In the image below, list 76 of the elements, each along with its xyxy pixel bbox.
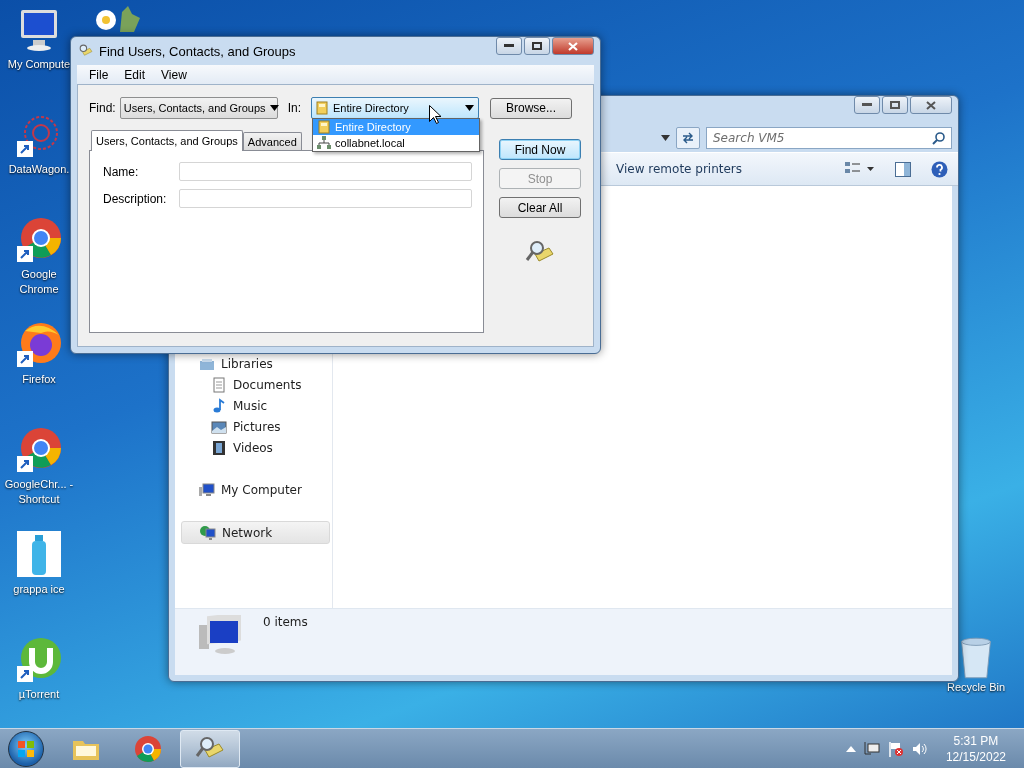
navigation-item[interactable]: Documents [181, 374, 330, 395]
music-note-icon [211, 397, 227, 414]
input-field[interactable] [179, 189, 472, 208]
dropdown-option[interactable]: collabnet.local [313, 135, 480, 151]
tab[interactable]: Users, Contacts, and Groups [91, 130, 243, 151]
close-icon [926, 100, 936, 110]
close-icon [568, 41, 578, 51]
navigation-item[interactable]: Videos [181, 437, 330, 458]
navigation-item[interactable]: Libraries [181, 353, 330, 374]
close-button[interactable] [552, 37, 594, 55]
dialog-button[interactable]: Find Now [499, 139, 581, 160]
start-button[interactable] [8, 730, 44, 767]
in-label: In: [287, 101, 302, 115]
taskbar-button[interactable] [180, 729, 240, 768]
help-icon[interactable] [931, 160, 948, 178]
find-label: Find: [89, 101, 116, 115]
refresh-button[interactable] [676, 127, 700, 149]
computer-icon [199, 481, 215, 498]
minimize-button[interactable] [496, 37, 522, 55]
field-label: Description: [103, 191, 168, 206]
input-field[interactable] [179, 162, 472, 181]
menu-item[interactable]: View [153, 65, 195, 84]
directory-book-icon [315, 101, 330, 115]
refresh-arrows-icon [681, 132, 695, 144]
firefox-logo-icon [15, 321, 63, 369]
menu-item[interactable]: File [81, 65, 117, 84]
chrome-logo-icon [15, 426, 63, 474]
chrome-logo-icon [133, 733, 163, 764]
recycle-bin-icon [958, 636, 994, 680]
torrent-logo-icon [15, 636, 63, 684]
film-strip-icon [211, 439, 227, 456]
navigation-item[interactable]: Network [181, 521, 330, 544]
minimize-button[interactable] [854, 96, 880, 114]
desktop-icon-label[interactable]: Firefox [1, 372, 77, 387]
maximize-icon [532, 42, 542, 50]
caret-icon [465, 105, 475, 111]
desktop-icon-label[interactable]: Recycle Bin [938, 680, 1014, 695]
navigation-item[interactable]: Pictures [181, 416, 330, 437]
close-button[interactable] [910, 96, 952, 114]
network-globe-icon [200, 524, 216, 541]
search-field[interactable]: Search VM5 [706, 127, 952, 149]
preview-pane-icon[interactable] [895, 161, 911, 177]
desktop-icon-label[interactable]: GoogleChr... - Shortcut [1, 477, 77, 507]
network-icon[interactable] [863, 740, 880, 757]
computer-icon [199, 615, 243, 655]
menu-item[interactable]: Edit [116, 65, 154, 84]
dialog-button[interactable]: Clear All [499, 197, 581, 218]
directory-book-icon [317, 120, 332, 134]
toolbar-command[interactable]: View remote printers [616, 162, 743, 176]
navigation-item[interactable]: Music [181, 395, 330, 416]
minimize-icon [504, 44, 514, 48]
picture-icon [211, 418, 227, 435]
bottle-photo-icon [15, 531, 63, 579]
window-title: Find Users, Contacts, and Groups [99, 43, 296, 59]
maximize-button[interactable] [524, 37, 550, 55]
search-icon [932, 132, 945, 145]
minimize-icon [862, 103, 872, 107]
dropdown-caret-icon[interactable] [661, 135, 670, 141]
chrome-logo-icon [15, 216, 63, 264]
tab[interactable]: Advanced [242, 132, 302, 150]
find-type-dropdown[interactable]: Users, Contacts, and Groups [119, 97, 278, 119]
caret-icon [269, 105, 279, 111]
scope-dropdown[interactable]: Entire Directory [311, 97, 480, 119]
show-hidden-icons-icon[interactable] [845, 745, 856, 752]
document-icon [211, 376, 227, 393]
flag-error-icon[interactable] [887, 740, 904, 757]
windows-logo-icon [17, 739, 35, 758]
desktop-icon-label[interactable]: grappa ice [1, 582, 77, 597]
magnifier-book-icon [77, 43, 93, 59]
maximize-icon [890, 101, 900, 109]
maximize-button[interactable] [882, 96, 908, 114]
field-label: Name: [103, 164, 140, 179]
navigation-item[interactable]: My Computer [181, 479, 330, 500]
browse-button[interactable]: Browse... [490, 97, 573, 119]
domain-tree-icon [317, 136, 332, 150]
status-text: 0 items [263, 615, 308, 629]
